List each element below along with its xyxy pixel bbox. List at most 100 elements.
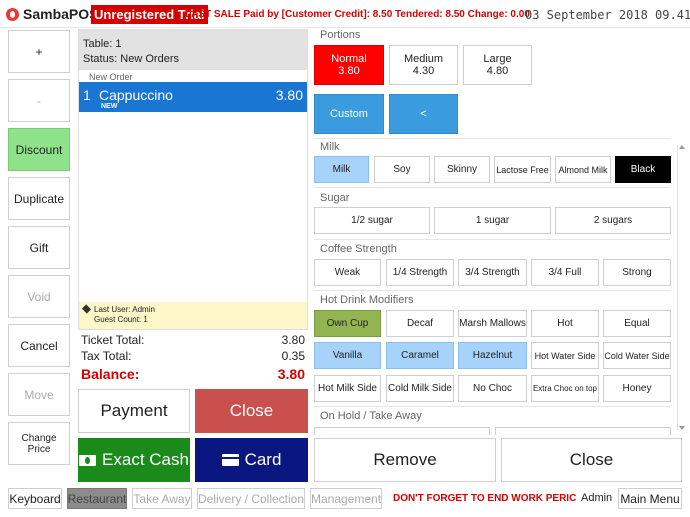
modifier-hot-water-side[interactable]: Hot Water Side — [531, 342, 599, 369]
milk-option-soy[interactable]: Soy — [374, 156, 430, 183]
sambapos-logo-icon — [6, 8, 19, 21]
modifier-hot[interactable]: Hot — [531, 310, 599, 337]
portion-medium-name: Medium — [403, 53, 444, 65]
top-bar: SambaPOS Unregistered Trial LAST SALE Pa… — [0, 0, 690, 28]
current-user: Admin — [581, 492, 613, 504]
cash-icon — [79, 454, 97, 466]
ticket-footer: Last User: Admin Guest Count: 1 — [79, 302, 307, 329]
milk-title: Milk — [320, 141, 340, 153]
milk-option-almond-milk[interactable]: Almond Milk — [555, 156, 611, 183]
divider — [314, 239, 670, 240]
modifier-hot-milk-side[interactable]: Hot Milk Side — [314, 375, 381, 402]
order-status-tag: NEW — [101, 103, 118, 110]
milk-option-milk[interactable]: Milk — [314, 156, 369, 183]
balance-label: Balance: — [81, 366, 140, 382]
move-button[interactable]: Move — [8, 373, 70, 416]
ticket-header: Table: 1 Status: New Orders — [79, 30, 307, 70]
milk-option-lactose-free[interactable]: Lactose Free — [494, 156, 551, 183]
order-price: 3.80 — [275, 87, 303, 103]
restaurant-button[interactable]: Restaurant — [67, 488, 127, 509]
portion-medium-price: 4.30 — [412, 65, 435, 77]
decrease-quantity-button[interactable]: - — [8, 79, 70, 122]
divider — [314, 406, 670, 407]
guest-count: Guest Count: 1 — [94, 315, 148, 324]
management-button[interactable]: Management — [310, 488, 382, 509]
strength-option-strong[interactable]: Strong — [603, 259, 671, 286]
cancel-button[interactable]: Cancel — [8, 324, 70, 367]
ticket-total-row: Ticket Total: 3.80 — [81, 333, 305, 347]
remove-button[interactable]: Remove — [314, 438, 496, 482]
change-price-button[interactable]: Change Price — [8, 422, 70, 465]
milk-option-skinny[interactable]: Skinny — [434, 156, 490, 183]
strength-option-quarter[interactable]: 1/4 Strength — [386, 259, 454, 286]
portion-normal-price: 3.80 — [338, 65, 360, 77]
last-user: Last User: Admin — [94, 305, 155, 314]
coffee-strength-title: Coffee Strength — [320, 243, 397, 255]
modifier-honey[interactable]: Honey — [603, 375, 671, 402]
sugar-option-half[interactable]: 1/2 sugar — [314, 207, 430, 234]
delivery-collection-button[interactable]: Delivery / Collection — [197, 488, 305, 509]
divider — [314, 290, 670, 291]
portion-medium-button[interactable]: Medium 4.30 — [389, 45, 458, 85]
app-name: SambaPOS — [23, 6, 99, 22]
date-time: 03 September 2018 09.41 — [525, 8, 690, 22]
portion-large-button[interactable]: Large 4.80 — [463, 45, 532, 85]
payment-button[interactable]: Payment — [78, 389, 190, 433]
ticket-total-value: 3.80 — [281, 333, 305, 347]
tax-total-label: Tax Total: — [81, 349, 132, 363]
milk-option-black[interactable]: Black — [615, 156, 671, 183]
card-button[interactable]: Card — [195, 438, 308, 482]
strength-option-three-quarter[interactable]: 3/4 Strength — [458, 259, 527, 286]
sugar-title: Sugar — [320, 192, 350, 204]
modifier-own-cup[interactable]: Own Cup — [314, 310, 381, 337]
modifiers-scrollbar[interactable] — [677, 145, 685, 430]
modifier-cold-water-side[interactable]: Cold Water Side — [603, 342, 671, 369]
close-ticket-button[interactable]: Close — [195, 389, 308, 433]
modifier-hazelnut[interactable]: Hazelnut — [458, 342, 527, 369]
order-line[interactable]: 1 Cappuccino 3.80 NEW — [79, 82, 307, 112]
sugar-option-one[interactable]: 1 sugar — [434, 207, 551, 234]
new-order-label: New Order — [89, 72, 133, 82]
keyboard-button[interactable]: Keyboard — [8, 488, 62, 509]
gift-button[interactable]: Gift — [8, 226, 70, 269]
portion-normal-button[interactable]: Normal 3.80 — [314, 45, 384, 85]
on-hold-option-button[interactable] — [314, 427, 490, 435]
custom-portion-button[interactable]: Custom — [314, 94, 384, 134]
duplicate-button[interactable]: Duplicate — [8, 177, 70, 220]
take-away-button[interactable]: Take Away — [132, 488, 192, 509]
strength-option-three-quarter-full[interactable]: 3/4 Full — [531, 259, 599, 286]
modifier-extra-choc-on-top[interactable]: Extra Choc on top — [531, 375, 599, 402]
void-button[interactable]: Void — [8, 275, 70, 318]
modifier-equal[interactable]: Equal — [603, 310, 671, 337]
modifier-decaf[interactable]: Decaf — [386, 310, 454, 337]
exact-cash-label: Exact Cash — [102, 450, 189, 469]
portion-normal-name: Normal — [331, 53, 367, 65]
close-button[interactable]: Close — [501, 438, 682, 482]
end-work-period-warning: DON'T FORGET TO END WORK PERIC — [393, 493, 577, 504]
increase-quantity-button[interactable]: + — [8, 30, 70, 73]
scroll-up-icon[interactable] — [679, 145, 685, 149]
divider — [314, 138, 670, 139]
tax-total-row: Tax Total: 0.35 — [81, 349, 305, 363]
modifier-vanilla[interactable]: Vanilla — [314, 342, 381, 369]
portions-title: Portions — [320, 29, 361, 41]
sugar-option-two[interactable]: 2 sugars — [555, 207, 671, 234]
discount-button[interactable]: Discount — [8, 128, 70, 171]
hot-drink-modifiers-title: Hot Drink Modifiers — [320, 294, 414, 306]
modifier-caramel[interactable]: Caramel — [386, 342, 454, 369]
portion-large-price: 4.80 — [486, 65, 509, 77]
portion-back-button[interactable]: < — [389, 94, 458, 134]
order-name: Cappuccino — [99, 87, 173, 103]
modifier-no-choc[interactable]: No Choc — [458, 375, 527, 402]
modifier-marsh-mallows[interactable]: Marsh Mallows — [458, 310, 527, 337]
credit-card-icon — [221, 454, 239, 466]
main-menu-button[interactable]: Main Menu — [618, 488, 682, 509]
last-sale-info: LAST SALE Paid by [Customer Credit]: 8.5… — [185, 9, 530, 20]
scroll-down-icon[interactable] — [679, 426, 685, 430]
modifier-cold-milk-side[interactable]: Cold Milk Side — [386, 375, 454, 402]
tax-total-value: 0.35 — [281, 349, 305, 363]
exact-cash-button[interactable]: Exact Cash — [78, 438, 190, 482]
strength-option-weak[interactable]: Weak — [314, 259, 381, 286]
take-away-option-button[interactable] — [495, 427, 671, 435]
order-quantity: 1 — [83, 87, 91, 103]
